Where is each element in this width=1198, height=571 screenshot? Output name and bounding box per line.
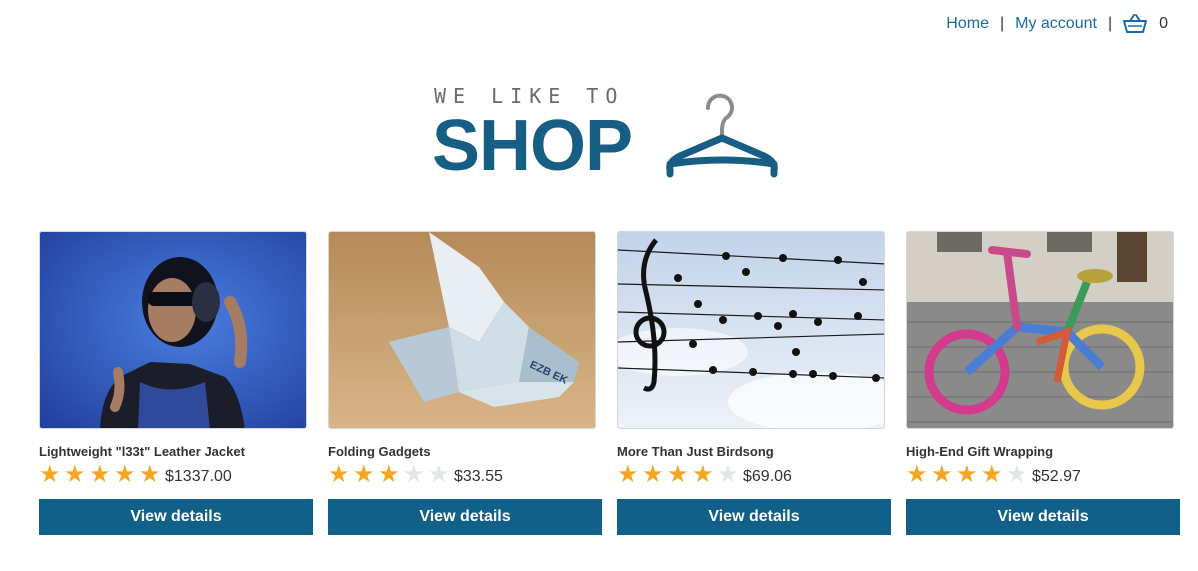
star-empty-icon: ★ [1006,461,1028,488]
star-filled-icon: ★ [328,461,350,488]
cart-count: 0 [1159,15,1168,32]
product-title: High-End Gift Wrapping [906,444,1054,459]
nav-separator: | [999,15,1005,32]
star-empty-icon: ★ [717,461,739,488]
my-account-link[interactable]: My account [1015,15,1097,33]
star-filled-icon: ★ [642,461,664,488]
star-filled-icon: ★ [617,461,639,488]
product-rating-row: ★ ★ ★ ★ ★ $52.97 [906,461,1180,489]
product-grid: Lightweight "l33t" Leather Jacket ★ ★ ★ ★ ★ … [39,231,1180,535]
star-filled-icon: ★ [139,461,161,488]
product-price: $69.06 [743,468,792,485]
product-rating-row: ★ ★ ★ ★ ★ $1337.00 [39,461,313,489]
product-image-leather-jacket[interactable] [39,231,307,429]
star-filled-icon: ★ [692,461,714,488]
logo-tagline: WE LIKE TO [434,84,625,108]
basket-icon[interactable] [1123,14,1148,34]
star-filled-icon: ★ [114,461,136,488]
star-filled-icon: ★ [64,461,86,488]
product-title: Folding Gadgets [328,444,431,459]
rating-stars: ★ ★ ★ ★ ★ [39,463,164,487]
star-filled-icon: ★ [378,461,400,488]
view-details-button[interactable]: View details [906,499,1180,535]
hanger-icon [666,86,786,186]
product-card: More Than Just Birdsong ★ ★ ★ ★ ★ $69.06 Vie… [617,231,891,535]
rating-stars: ★ ★ ★ ★ ★ [328,463,453,487]
star-filled-icon: ★ [353,461,375,488]
product-image-gift-wrapping[interactable] [906,231,1174,429]
star-filled-icon: ★ [931,461,953,488]
product-price: $52.97 [1032,468,1081,485]
top-navigation: Home | My account | 0 [946,14,1168,34]
product-price: $33.55 [454,468,503,485]
product-title: Lightweight "l33t" Leather Jacket [39,444,245,459]
product-title: More Than Just Birdsong [617,444,774,459]
product-rating-row: ★ ★ ★ ★ ★ $69.06 [617,461,891,489]
site-logo[interactable]: WE LIKE TO SHOP [432,84,792,186]
star-filled-icon: ★ [906,461,928,488]
view-details-button[interactable]: View details [328,499,602,535]
star-empty-icon: ★ [403,461,425,488]
nav-separator: | [1107,15,1113,32]
star-empty-icon: ★ [428,461,450,488]
logo-brand: SHOP [432,106,633,186]
product-card: EZB EK Folding Gadgets ★ ★ ★ ★ ★ $33.55 View… [328,231,602,535]
home-link[interactable]: Home [946,15,989,33]
star-filled-icon: ★ [667,461,689,488]
view-details-button[interactable]: View details [617,499,891,535]
rating-stars: ★ ★ ★ ★ ★ [906,463,1031,487]
star-filled-icon: ★ [981,461,1003,488]
cart-link[interactable]: 0 [1123,14,1168,34]
star-filled-icon: ★ [89,461,111,488]
product-image-folding-gadgets[interactable]: EZB EK [328,231,596,429]
rating-stars: ★ ★ ★ ★ ★ [617,463,742,487]
star-filled-icon: ★ [956,461,978,488]
product-rating-row: ★ ★ ★ ★ ★ $33.55 [328,461,602,489]
product-card: Lightweight "l33t" Leather Jacket ★ ★ ★ ★ ★ … [39,231,313,535]
product-card: High-End Gift Wrapping ★ ★ ★ ★ ★ $52.97 View… [906,231,1180,535]
star-filled-icon: ★ [39,461,61,488]
product-image-birdsong[interactable] [617,231,885,429]
view-details-button[interactable]: View details [39,499,313,535]
product-price: $1337.00 [165,468,232,485]
